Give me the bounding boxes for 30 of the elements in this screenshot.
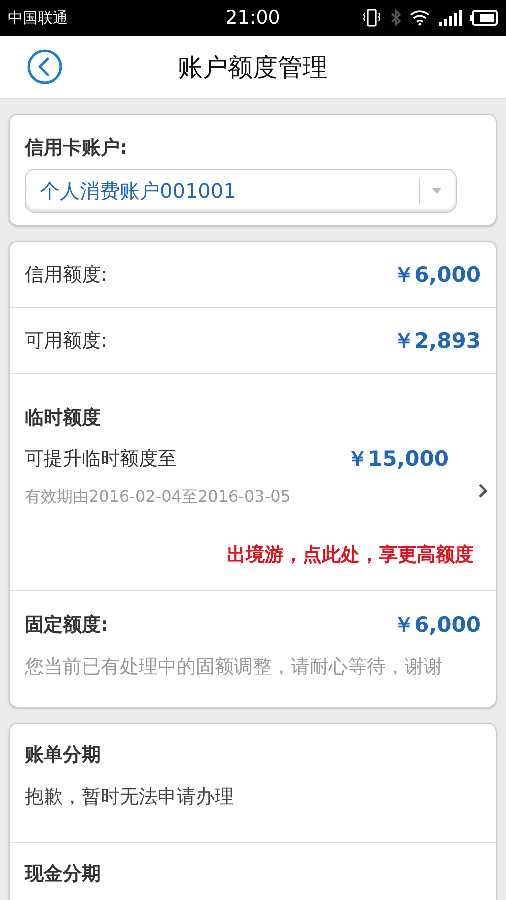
limit-amount: ￥2,893 bbox=[394, 328, 481, 354]
back-button[interactable] bbox=[27, 49, 63, 85]
clock-time: 21:00 bbox=[226, 7, 280, 29]
temporary-limit-row[interactable]: 临时额度 可提升临时额度至 ￥15,000 有效期由2016-02-04至2016-03-05 出境游，点此处，享更高额度 bbox=[10, 373, 496, 590]
limit-label: 信用额度: bbox=[25, 262, 108, 288]
bluetooth-icon bbox=[390, 9, 402, 27]
promo-link[interactable]: 出境游，点此处，享更高额度 bbox=[227, 542, 474, 568]
battery-icon bbox=[470, 10, 498, 26]
limit-amount: ￥15,000 bbox=[346, 446, 449, 472]
status-note: 您当前已有处理中的固额调整，请耐心等待，谢谢 bbox=[25, 655, 444, 680]
limit-label: 可用额度: bbox=[25, 328, 108, 354]
limit-label: 固定额度: bbox=[25, 613, 109, 638]
section-title: 现金分期 bbox=[25, 862, 102, 888]
wifi-icon bbox=[410, 10, 430, 26]
validity-text: 有效期由2016-02-04至2016-03-05 bbox=[25, 486, 292, 508]
back-icon bbox=[27, 49, 63, 85]
limit-amount: ￥6,000 bbox=[394, 262, 481, 288]
chevron-right-icon bbox=[478, 483, 488, 499]
limit-description: 可提升临时额度至 bbox=[25, 446, 177, 472]
dropdown-caret-icon bbox=[432, 188, 442, 194]
account-label: 信用卡账户: bbox=[25, 136, 129, 161]
account-dropdown[interactable]: 个人消费账户001001 bbox=[25, 169, 457, 213]
page-title: 账户额度管理 bbox=[178, 52, 328, 84]
vibrate-icon bbox=[362, 9, 382, 27]
signal-icon bbox=[438, 10, 462, 26]
carrier-name: 中国联通 bbox=[8, 8, 68, 28]
status-note: 抱歉，暂时无法申请办理 bbox=[25, 785, 235, 810]
section-title: 临时额度 bbox=[25, 406, 102, 430]
limit-amount: ￥6,000 bbox=[394, 612, 481, 639]
section-title: 账单分期 bbox=[25, 743, 102, 768]
